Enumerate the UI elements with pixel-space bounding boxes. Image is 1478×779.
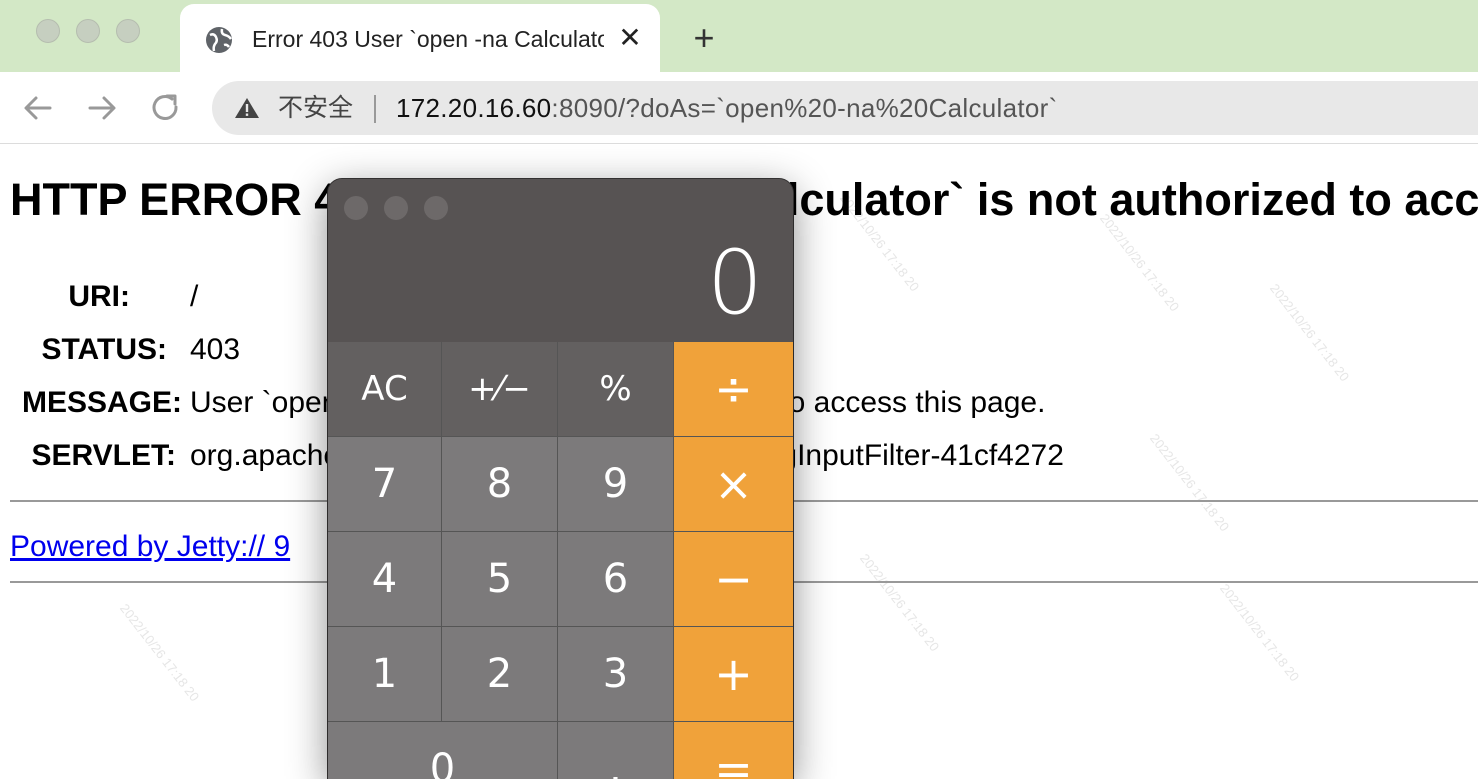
- calc-close-button[interactable]: [344, 196, 368, 220]
- key-1[interactable]: 1: [328, 627, 442, 722]
- calc-minimize-button[interactable]: [384, 196, 408, 220]
- calculator-header: 0: [328, 179, 793, 342]
- warning-icon[interactable]: [234, 96, 260, 120]
- calculator-window[interactable]: 0 AC +⁄− % ÷ 7 8 9 × 4 5 6 − 1 2 3 + 0 .…: [328, 179, 793, 779]
- window-minimize-button[interactable]: [76, 19, 100, 43]
- window-zoom-button[interactable]: [116, 19, 140, 43]
- calculator-display: 0: [707, 231, 763, 334]
- status-value: 403: [190, 333, 241, 366]
- uri-label: URI:: [68, 280, 130, 313]
- window-close-button[interactable]: [36, 19, 60, 43]
- servlet-label: SERVLET:: [31, 439, 176, 472]
- key-5[interactable]: 5: [442, 532, 558, 627]
- security-label[interactable]: 不安全: [278, 93, 353, 123]
- new-tab-button[interactable]: +: [686, 20, 722, 56]
- key-6[interactable]: 6: [558, 532, 674, 627]
- url-text[interactable]: 172.20.16.60:8090/?doAs=`open%20-na%20Ca…: [396, 92, 1058, 124]
- tab-active[interactable]: Error 403 User `open -na Calculator` is …: [180, 4, 660, 72]
- divide-key[interactable]: ÷: [674, 342, 793, 437]
- key-7[interactable]: 7: [328, 437, 442, 532]
- back-arrow-icon[interactable]: [20, 90, 56, 126]
- clear-key[interactable]: AC: [328, 342, 442, 437]
- watermark-text: 2022/10/26 17:18 20: [857, 550, 943, 655]
- status-label: STATUS:: [41, 333, 167, 366]
- browser-toolbar: 不安全 172.20.16.60:8090/?doAs=`open%20-na%…: [0, 72, 1478, 144]
- decimal-key[interactable]: .: [558, 722, 674, 779]
- tab-strip: Error 403 User `open -na Calculator` is …: [0, 0, 1478, 72]
- add-key[interactable]: +: [674, 627, 793, 722]
- uri-value: /: [190, 280, 199, 313]
- globe-icon: [206, 27, 233, 53]
- key-4[interactable]: 4: [328, 532, 442, 627]
- key-8[interactable]: 8: [442, 437, 558, 532]
- subtract-key[interactable]: −: [674, 532, 793, 627]
- message-label: MESSAGE:: [21, 386, 182, 419]
- address-bar[interactable]: 不安全 172.20.16.60:8090/?doAs=`open%20-na%…: [212, 81, 1478, 135]
- key-0[interactable]: 0: [328, 722, 558, 779]
- tab-close-icon[interactable]: ✕: [614, 22, 646, 54]
- key-3[interactable]: 3: [558, 627, 674, 722]
- multiply-key[interactable]: ×: [674, 437, 793, 532]
- equals-key[interactable]: =: [674, 722, 793, 779]
- reload-icon[interactable]: [148, 90, 184, 126]
- url-path: :8090/?doAs=`open%20-na%20Calculator`: [551, 93, 1058, 123]
- address-divider: [374, 95, 376, 123]
- watermark-text: 2022/10/26 17:18 20: [117, 600, 203, 705]
- powered-by-link[interactable]: Powered by Jetty:// 9: [10, 527, 290, 567]
- sign-key[interactable]: +⁄−: [442, 342, 558, 437]
- tab-title: Error 403 User `open -na Calculator` is …: [252, 26, 604, 52]
- key-9[interactable]: 9: [558, 437, 674, 532]
- calculator-keypad: AC +⁄− % ÷ 7 8 9 × 4 5 6 − 1 2 3 + 0 . =: [328, 342, 793, 779]
- url-host: 172.20.16.60: [396, 93, 552, 123]
- forward-arrow-icon[interactable]: [84, 90, 120, 126]
- watermark-text: 2022/10/26 17:18 20: [1217, 580, 1303, 685]
- calc-zoom-button[interactable]: [424, 196, 448, 220]
- percent-key[interactable]: %: [558, 342, 674, 437]
- key-2[interactable]: 2: [442, 627, 558, 722]
